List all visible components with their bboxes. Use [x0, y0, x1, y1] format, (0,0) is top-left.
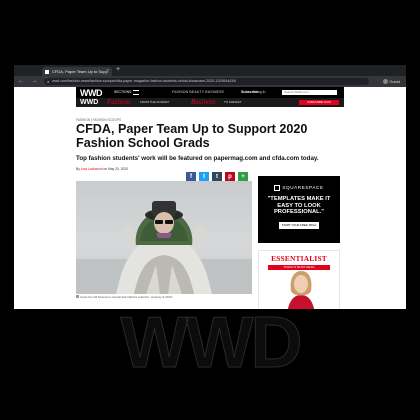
- essentialist-ad[interactable]: ESSENTIALIST TODAY'S MUST READ: [258, 250, 340, 309]
- image-caption: A look from Eli Sorensen's Central Saint…: [76, 295, 216, 299]
- caption-text: A look from Eli Sorensen's Central Saint…: [80, 296, 173, 299]
- tab-title: CFDA, Paper Team Up to Supp: [52, 69, 108, 74]
- sections-menu-button[interactable]: SECTIONS: [114, 87, 140, 98]
- camera-icon: [76, 295, 79, 298]
- address-bar[interactable]: ● wwd.com/fashion-news/fashion-scoops/cf…: [44, 78, 369, 85]
- essentialist-title: ESSENTIALIST: [271, 254, 327, 263]
- web-page: WWD SECTIONS FASHION BEAUTY BUSINESS Sub…: [14, 87, 406, 309]
- free-trial-button[interactable]: START YOUR FREE TRIAL: [279, 221, 319, 229]
- banner-fashion-sub: FROM THE RUNWAY: [140, 100, 170, 104]
- sections-label: SECTIONS: [114, 90, 132, 94]
- squarespace-headline: "TEMPLATES MAKE IT EASY TO LOOK PROFESSI…: [267, 196, 331, 216]
- byline: By Lisa Lockwood on May 20, 2020: [76, 167, 128, 171]
- login-link[interactable]: Log In: [256, 87, 265, 98]
- lock-icon: ●: [47, 79, 50, 84]
- user-icon: [383, 79, 389, 85]
- author-link[interactable]: Lisa Lockwood: [81, 167, 103, 171]
- banner-logo: WWD: [80, 99, 99, 106]
- model-photo: [287, 271, 315, 309]
- subscribe-now-button[interactable]: SUBSCRIBE NOW: [299, 100, 339, 105]
- squarespace-logo-icon: [274, 185, 281, 191]
- url-text: wwd.com/fashion-news/fashion-scoops/cfda…: [52, 79, 237, 83]
- browser-tab[interactable]: CFDA, Paper Team Up to Supp ×: [42, 67, 112, 76]
- hamburger-icon: [133, 89, 140, 95]
- wwd-large-logo-text: WWD: [121, 309, 300, 373]
- new-tab-button[interactable]: +: [116, 66, 120, 73]
- profile-button[interactable]: Guest: [383, 78, 400, 85]
- squarespace-ad[interactable]: SQUARESPACE "TEMPLATES MAKE IT EASY TO L…: [258, 176, 340, 243]
- site-top-nav: WWD SECTIONS FASHION BEAUTY BUSINESS Sub…: [76, 87, 344, 98]
- address-bar-row: ← → ↻ ● wwd.com/fashion-news/fashion-sco…: [14, 76, 406, 87]
- wwd-favicon-icon: [45, 69, 49, 74]
- runway-look-illustration: [76, 201, 252, 294]
- banner-business-sub: TO MARKET: [224, 100, 242, 104]
- subscription-banner[interactable]: WWD Fashion FROM THE RUNWAY Business TO …: [76, 98, 344, 107]
- category-links[interactable]: FASHION BEAUTY BUSINESS: [172, 87, 224, 98]
- hero-image[interactable]: [76, 181, 252, 294]
- wwd-large-logo: WWD: [120, 309, 303, 373]
- squarespace-brand-text: SQUARESPACE: [282, 185, 324, 191]
- squarespace-brand: SQUARESPACE: [258, 185, 340, 191]
- search-input[interactable]: [282, 90, 337, 95]
- article-dek: Top fashion students' work will be featu…: [76, 155, 319, 162]
- tab-close-icon[interactable]: ×: [106, 67, 109, 76]
- publish-date: on May 20, 2020: [102, 167, 129, 171]
- banner-fashion-word: Fashion: [107, 98, 130, 106]
- browser-window: CFDA, Paper Team Up to Supp × + ← → ↻ ● …: [14, 65, 406, 309]
- article-headline: CFDA, Paper Team Up to Support 2020 Fash…: [76, 122, 308, 150]
- tab-bar: CFDA, Paper Team Up to Supp × +: [14, 65, 406, 81]
- profile-label: Guest: [389, 79, 400, 84]
- site-logo[interactable]: WWD: [80, 88, 103, 98]
- banner-business-word: Business: [191, 98, 216, 106]
